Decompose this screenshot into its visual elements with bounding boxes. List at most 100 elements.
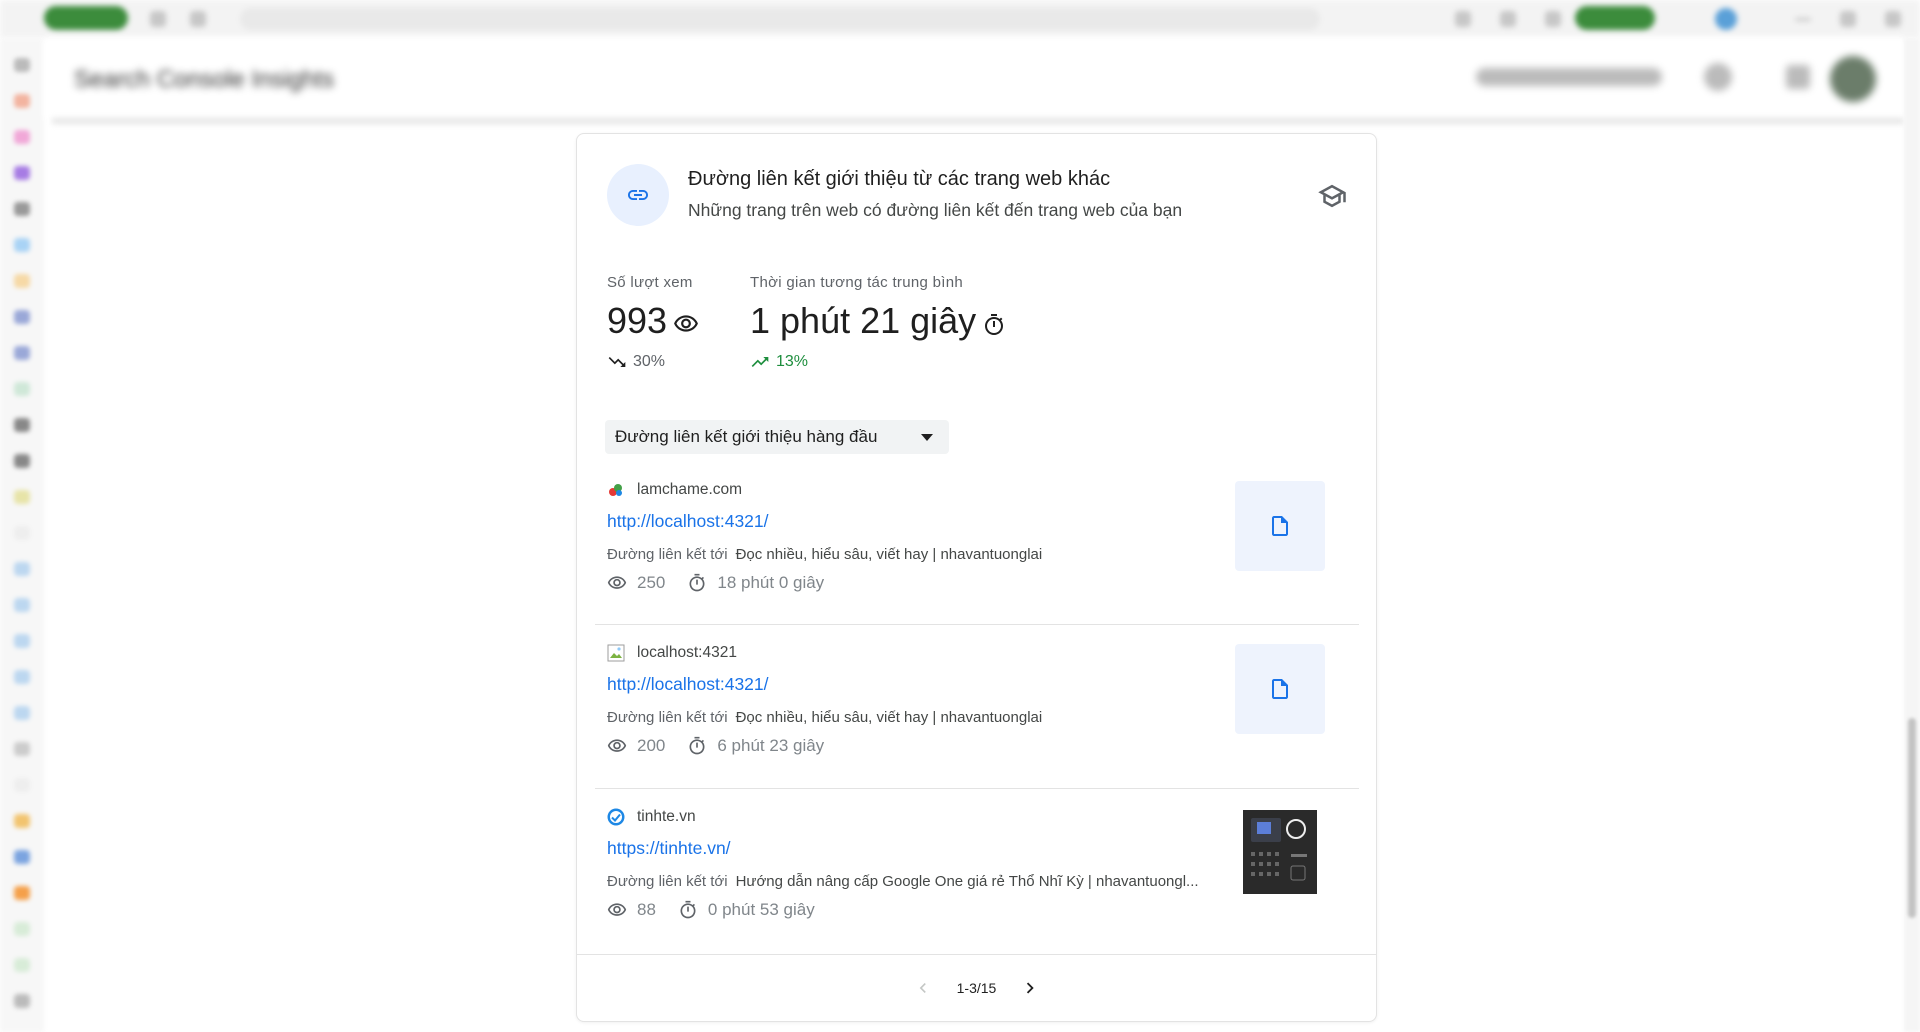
referral-url[interactable]: http://localhost:4321/ <box>607 674 769 695</box>
link-to-label: Đường liên kết tới <box>607 546 728 563</box>
sidebar-icon[interactable] <box>14 922 30 936</box>
sidebar-icon[interactable] <box>14 526 30 540</box>
help-icon[interactable] <box>1704 63 1732 91</box>
browser-toolbar <box>0 0 1920 38</box>
chevron-left-icon <box>919 982 926 993</box>
referral-domain: lamchame.com <box>637 481 743 498</box>
address-bar[interactable] <box>240 8 1320 30</box>
engagement-value: 1 phút 21 giây <box>750 300 1006 342</box>
views-number: 993 <box>607 300 668 341</box>
sidebar-icon[interactable] <box>14 238 30 252</box>
referral-type-dropdown[interactable]: Đường liên kết giới thiệu hàng đầu <box>605 420 949 454</box>
sidebar-icon[interactable] <box>14 202 30 216</box>
timer-icon <box>689 736 705 755</box>
views-label: Số lượt xem <box>607 274 693 291</box>
referral-metrics: 200 6 phút 23 giây <box>607 736 824 756</box>
sidebar-icon[interactable] <box>14 346 30 360</box>
sidebar-icon[interactable] <box>14 94 30 108</box>
sidebar-icon[interactable] <box>14 454 30 468</box>
sidebar-icon[interactable] <box>14 778 30 792</box>
eye-icon <box>607 903 627 916</box>
divider <box>595 788 1359 789</box>
sidebar-icon[interactable] <box>14 598 30 612</box>
divider <box>52 118 1904 124</box>
referral-time: 0 phút 53 giây <box>707 900 815 919</box>
download-icon[interactable] <box>1500 11 1516 27</box>
sidebar-icon[interactable] <box>14 886 30 900</box>
sidebar-icon[interactable] <box>14 382 30 396</box>
referral-time: 18 phút 0 giây <box>717 573 825 592</box>
dropdown-selected: Đường liên kết giới thiệu hàng đầu <box>615 427 878 446</box>
sidebar-icon[interactable] <box>14 310 30 324</box>
next-page-button[interactable] <box>1018 976 1042 1000</box>
link-to-label: Đường liên kết tới <box>607 873 728 890</box>
engagement-change: 13% <box>750 352 808 372</box>
document-icon <box>1272 516 1288 536</box>
target-page-title[interactable]: Hướng dẫn nâng cấp Google One giá rẻ Thổ… <box>736 873 1199 890</box>
list-item: tinhte.vn https://tinhte.vn/ Đường liên … <box>595 790 1359 954</box>
sidebar-icon[interactable] <box>14 814 30 828</box>
referrals-card: Đường liên kết giới thiệu từ các trang w… <box>576 133 1377 1022</box>
sidebar-icon[interactable] <box>14 418 30 432</box>
feedback-link[interactable] <box>1476 68 1662 86</box>
sidebar-icon[interactable] <box>14 634 30 648</box>
referral-target: Đường liên kết tới Hướng dẫn nâng cấp Goo… <box>607 873 1199 890</box>
referral-views: 200 <box>637 736 666 755</box>
browser-sidebar <box>0 38 44 1032</box>
sidebar-icon[interactable] <box>14 958 30 972</box>
refresh-icon[interactable] <box>150 11 166 27</box>
scrollbar-thumb[interactable] <box>1908 718 1916 918</box>
eye-icon <box>607 739 627 752</box>
list-item: lamchame.com http://localhost:4321/ Đườn… <box>595 463 1359 627</box>
tinhte-favicon <box>607 808 625 826</box>
card-title: Đường liên kết giới thiệu từ các trang w… <box>688 168 1111 190</box>
sidebar-icon[interactable] <box>14 166 30 180</box>
sidebar-icon[interactable] <box>14 850 30 864</box>
referral-metrics: 250 18 phút 0 giây <box>607 573 824 593</box>
referral-target: Đường liên kết tới Đọc nhiều, hiểu sâu, v… <box>607 709 1042 726</box>
chat-button[interactable] <box>1575 6 1655 30</box>
apps-icon[interactable] <box>1786 65 1810 89</box>
page-thumbnail[interactable] <box>1235 481 1325 571</box>
views-change-value: 30% <box>633 353 666 370</box>
caret-down-icon <box>921 434 933 441</box>
sidebar-icon[interactable] <box>14 670 30 684</box>
app-title: Search Console Insights <box>74 66 335 93</box>
close-window-icon[interactable] <box>1885 11 1901 27</box>
graduation-cap-icon[interactable] <box>1314 178 1350 214</box>
maximize-icon[interactable] <box>1840 11 1856 27</box>
referral-url[interactable]: https://tinhte.vn/ <box>607 838 731 859</box>
sidebar-icon[interactable] <box>14 562 30 576</box>
extension-icon[interactable] <box>1455 11 1471 27</box>
referral-domain: tinhte.vn <box>637 808 696 825</box>
link-to-label: Đường liên kết tới <box>607 709 728 726</box>
list-item: localhost:4321 http://localhost:4321/ Đư… <box>595 626 1359 790</box>
page-scrollbar[interactable] <box>1904 38 1920 1032</box>
timer-icon <box>985 314 1004 335</box>
sidebar-icon[interactable] <box>14 130 30 144</box>
tab-icon[interactable] <box>190 11 206 27</box>
sidebar-icon[interactable] <box>14 274 30 288</box>
page-thumbnail[interactable] <box>1243 810 1317 894</box>
engagement-label: Thời gian tương tác trung bình <box>750 274 963 291</box>
sidebar-icon[interactable] <box>14 994 30 1008</box>
history-icon[interactable] <box>1545 11 1561 27</box>
avatar[interactable] <box>1830 56 1876 102</box>
inbox-tab[interactable] <box>44 6 128 30</box>
sidebar-icon[interactable] <box>14 742 30 756</box>
timer-icon <box>680 900 696 919</box>
lamchame-favicon <box>609 484 622 496</box>
sidebar-icon[interactable] <box>14 58 30 72</box>
profile-icon[interactable] <box>1715 8 1737 30</box>
minimize-icon[interactable] <box>1795 18 1811 21</box>
page-thumbnail[interactable] <box>1235 644 1325 734</box>
target-page-title[interactable]: Đọc nhiều, hiểu sâu, viết hay | nhavantu… <box>736 709 1043 726</box>
sidebar-icon[interactable] <box>14 490 30 504</box>
target-page-title[interactable]: Đọc nhiều, hiểu sâu, viết hay | nhavantu… <box>736 546 1043 563</box>
broken-image-favicon <box>607 644 625 662</box>
sidebar-icon[interactable] <box>14 706 30 720</box>
previous-page-button[interactable] <box>911 976 935 1000</box>
device-photo <box>1243 810 1317 894</box>
referral-target: Đường liên kết tới Đọc nhiều, hiểu sâu, v… <box>607 546 1042 563</box>
referral-url[interactable]: http://localhost:4321/ <box>607 511 769 532</box>
